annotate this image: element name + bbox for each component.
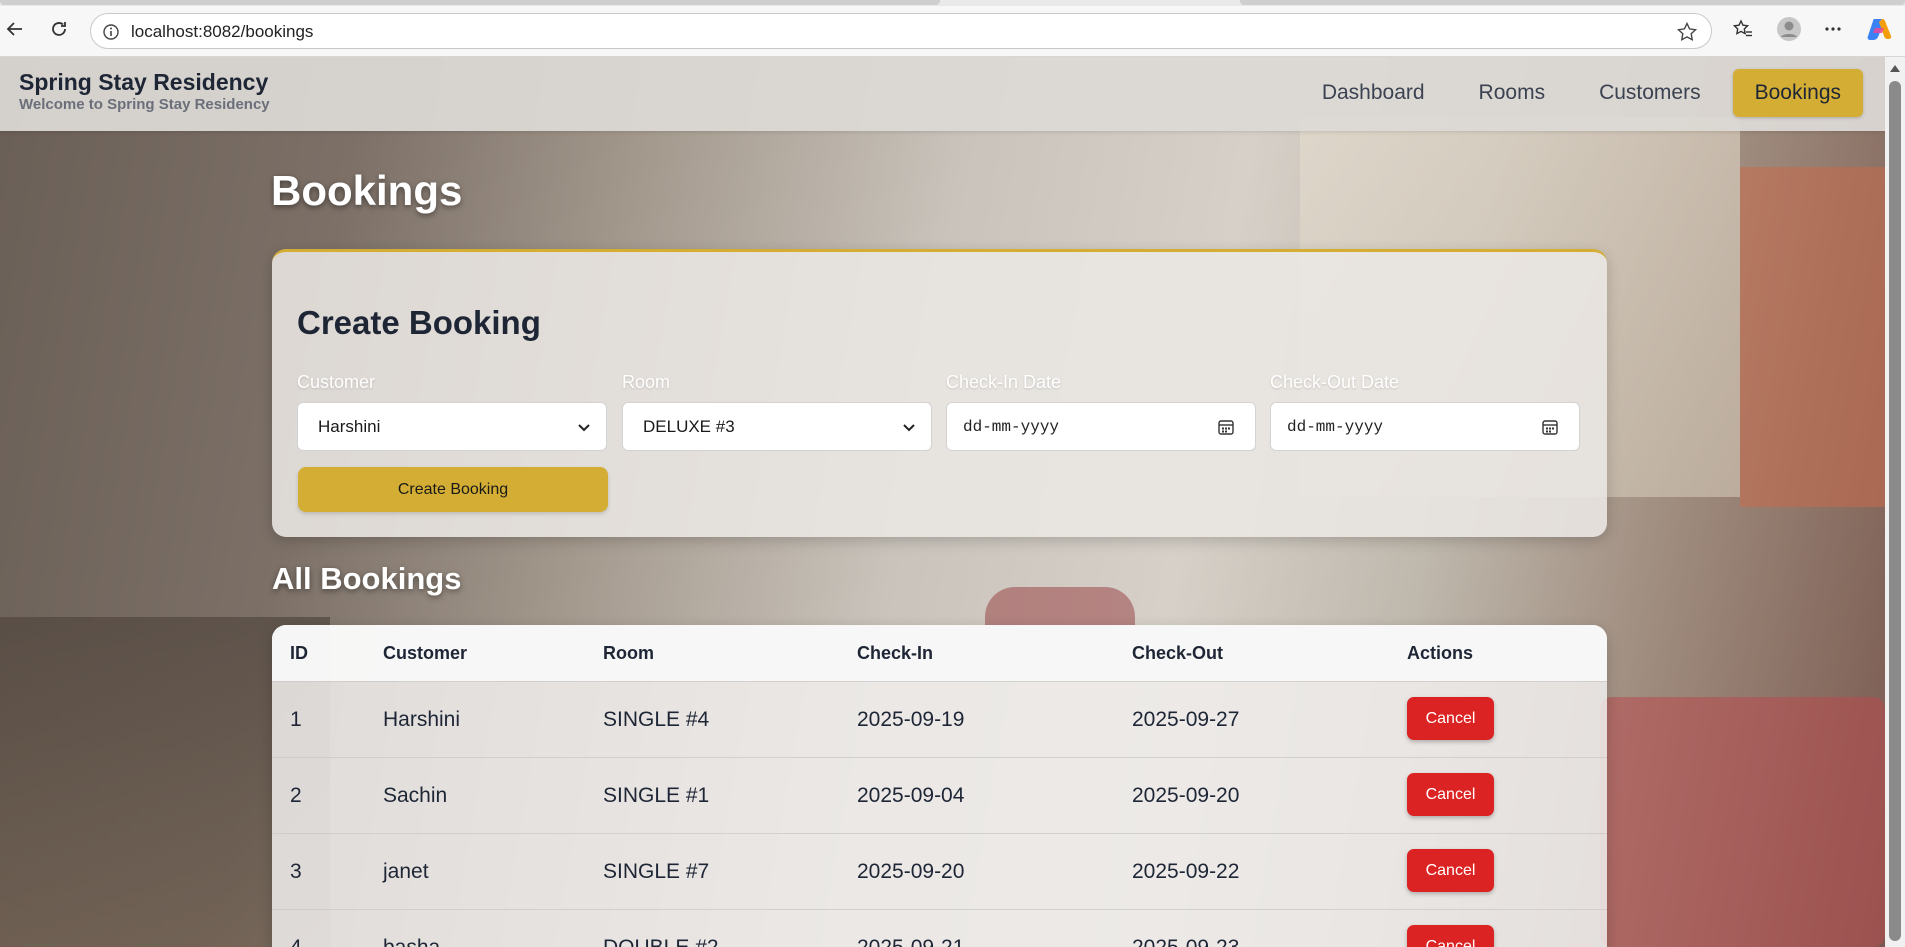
cell-customer: Harshini (383, 708, 461, 731)
cell-customer: janet (383, 860, 429, 883)
cell-check-in: 2025-09-04 (857, 784, 965, 807)
cancel-booking-button[interactable]: Cancel (1407, 849, 1494, 892)
check-out-label: Check-Out Date (1270, 372, 1400, 392)
customer-select[interactable]: Harshini (297, 402, 607, 451)
check-in-placeholder: dd-mm-yyyy (963, 418, 1060, 436)
all-bookings-title: All Bookings (272, 561, 462, 596)
customer-label: Customer (297, 372, 376, 392)
chevron-down-icon (903, 424, 915, 432)
cell-check-out: 2025-09-23 (1132, 936, 1239, 947)
address-bar[interactable]: localhost:8082/bookings (90, 13, 1712, 49)
cell-check-out: 2025-09-27 (1132, 708, 1240, 731)
cell-customer: Sachin (383, 784, 448, 807)
check-out-placeholder: dd-mm-yyyy (1287, 418, 1384, 436)
cancel-booking-button[interactable]: Cancel (1407, 773, 1494, 816)
reload-icon[interactable] (44, 14, 74, 44)
table-header: ID Customer Room Check-In Check-Out Acti… (272, 625, 1607, 681)
scrollbar-thumb[interactable] (1889, 81, 1901, 941)
cell-check-in: 2025-09-19 (857, 708, 965, 731)
cell-room: SINGLE #7 (603, 860, 710, 883)
table-row: 1 Harshini SINGLE #4 2025-09-19 2025-09-… (272, 681, 1607, 757)
favorite-star-icon[interactable] (1675, 20, 1699, 44)
column-header-check-in: Check-In (857, 643, 934, 663)
site-info-icon[interactable] (101, 22, 121, 42)
nav-links: Dashboard Rooms Customers Bookings (1300, 69, 1863, 117)
column-header-check-out: Check-Out (1132, 643, 1224, 663)
check-out-date-input[interactable]: dd-mm-yyyy (1270, 402, 1580, 451)
cancel-booking-button[interactable]: Cancel (1407, 697, 1494, 740)
nav-link-dashboard[interactable]: Dashboard (1300, 69, 1447, 117)
cell-check-out: 2025-09-20 (1132, 784, 1240, 807)
chevron-down-icon (578, 424, 590, 432)
check-out-field: Check-Out Date dd-mm-yyyy (1270, 372, 1580, 451)
tab-inactive-indicator (1240, 0, 1905, 5)
copilot-icon[interactable] (1864, 14, 1894, 44)
calendar-icon[interactable] (1541, 418, 1559, 436)
room-field: Room DELUXE #3 (622, 372, 932, 451)
favorites-icon[interactable] (1728, 14, 1758, 44)
check-in-label: Check-In Date (946, 372, 1062, 392)
background-sofa (1600, 697, 1885, 947)
table-row: 4 basha DOUBLE #2 2025-09-21 2025-09-23 … (272, 909, 1607, 947)
tab-active-indicator (0, 0, 940, 5)
tab-strip (0, 0, 1905, 6)
check-in-field: Check-In Date dd-mm-yyyy (946, 372, 1256, 451)
column-header-room: Room (603, 643, 654, 663)
table-row: 3 janet SINGLE #7 2025-09-20 2025-09-22 … (272, 833, 1607, 909)
brand-title[interactable]: Spring Stay Residency (19, 69, 268, 96)
cell-id: 3 (290, 860, 302, 883)
cell-room: DOUBLE #2 (603, 936, 719, 947)
table-row: 2 Sachin SINGLE #1 2025-09-04 2025-09-20… (272, 757, 1607, 833)
cell-customer: basha (383, 936, 440, 947)
create-booking-button[interactable]: Create Booking (298, 467, 608, 512)
cell-room: SINGLE #4 (603, 708, 710, 731)
cell-id: 2 (290, 784, 302, 807)
room-select-value: DELUXE #3 (643, 417, 735, 436)
cell-check-in: 2025-09-20 (857, 860, 965, 883)
browser-toolbar: localhost:8082/bookings (0, 0, 1905, 57)
page-scrollbar[interactable] (1885, 57, 1905, 947)
page-title: Bookings (271, 167, 463, 214)
cancel-booking-button[interactable]: Cancel (1407, 925, 1494, 947)
nav-link-customers[interactable]: Customers (1577, 69, 1723, 117)
background-building (1740, 167, 1885, 507)
calendar-icon[interactable] (1217, 418, 1235, 436)
check-in-date-input[interactable]: dd-mm-yyyy (946, 402, 1256, 451)
create-booking-title: Create Booking (297, 304, 541, 341)
more-options-icon[interactable] (1818, 14, 1848, 44)
scroll-up-arrow-icon[interactable] (1890, 65, 1900, 72)
column-header-id: ID (290, 643, 308, 663)
url-text: localhost:8082/bookings (131, 22, 314, 41)
cell-id: 1 (290, 708, 302, 731)
cell-room: SINGLE #1 (603, 784, 710, 807)
cell-id: 4 (290, 936, 302, 947)
customer-field: Customer Harshini (297, 372, 607, 451)
create-booking-card: Create Booking Customer Harshini Room DE… (272, 249, 1607, 537)
nav-link-bookings[interactable]: Bookings (1732, 69, 1863, 117)
column-header-actions: Actions (1407, 643, 1474, 663)
back-icon[interactable] (0, 14, 30, 44)
cell-check-out: 2025-09-22 (1132, 860, 1240, 883)
nav-link-rooms[interactable]: Rooms (1457, 69, 1568, 117)
customer-select-value: Harshini (318, 417, 381, 436)
room-label: Room (622, 372, 671, 392)
top-navbar: Spring Stay Residency Welcome to Spring … (0, 57, 1885, 131)
profile-avatar-icon[interactable] (1774, 14, 1804, 44)
page-viewport: Spring Stay Residency Welcome to Spring … (0, 57, 1885, 947)
column-header-customer: Customer (383, 643, 468, 663)
bookings-table: ID Customer Room Check-In Check-Out Acti… (272, 625, 1607, 947)
brand-subtitle: Welcome to Spring Stay Residency (19, 96, 270, 113)
cell-check-in: 2025-09-21 (857, 936, 964, 947)
room-select[interactable]: DELUXE #3 (622, 402, 932, 451)
